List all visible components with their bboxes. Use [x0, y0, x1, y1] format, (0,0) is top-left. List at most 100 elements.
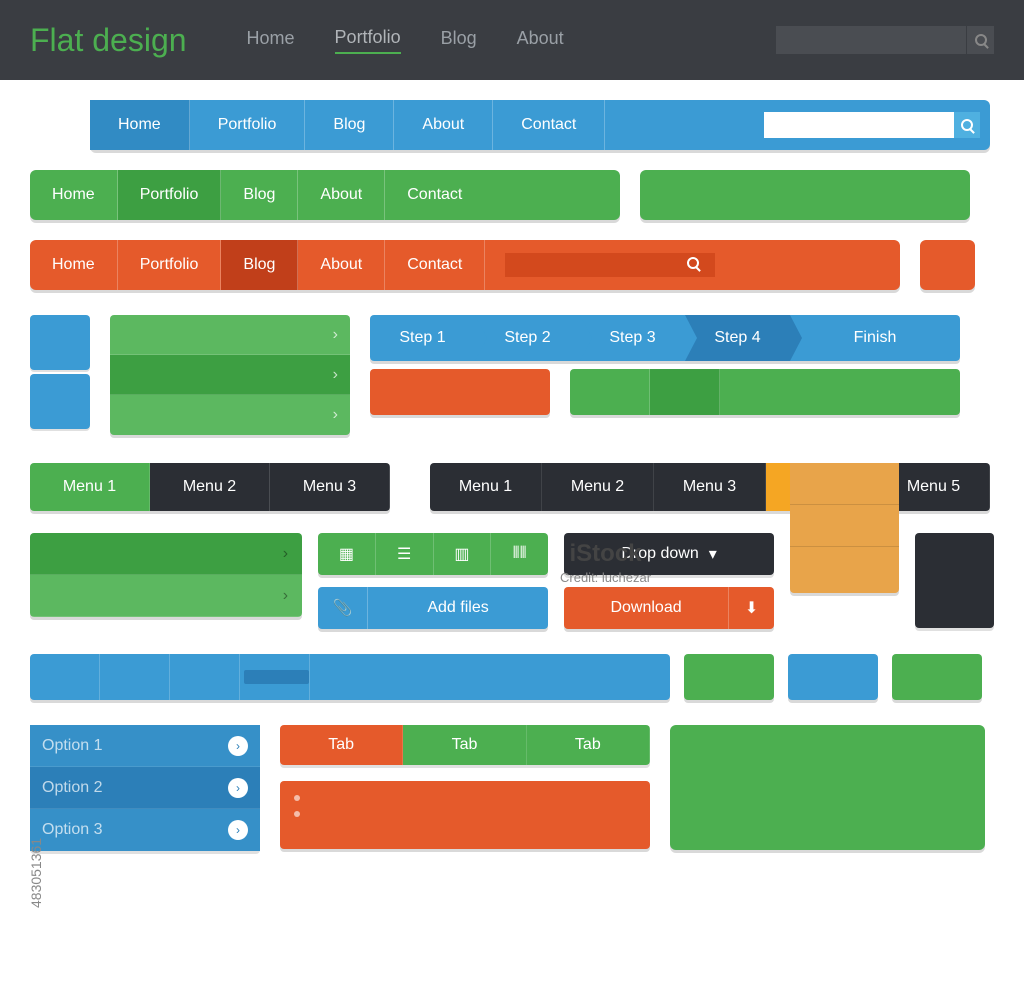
- bullet-icon: [294, 795, 300, 801]
- step-3[interactable]: Step 3: [580, 315, 685, 361]
- panel-row[interactable]: [790, 505, 899, 547]
- chevron-right-icon: ›: [228, 778, 248, 798]
- dark-tooltip: [915, 533, 994, 628]
- menu-dark: Menu 1 Menu 2 Menu 3 Menu 4 Menu 5: [430, 463, 990, 511]
- nav-item-about[interactable]: About: [298, 240, 385, 290]
- panel-row[interactable]: [790, 463, 899, 505]
- search-icon: [961, 119, 973, 131]
- barcode-icon[interactable]: ⦀⦀: [491, 533, 548, 575]
- nav-item-contact[interactable]: Contact: [385, 170, 484, 220]
- nav-item-about[interactable]: About: [298, 170, 385, 220]
- search-button[interactable]: [687, 256, 699, 274]
- step-1[interactable]: Step 1: [370, 315, 475, 361]
- menu-item-2[interactable]: Menu 2: [150, 463, 270, 511]
- option-1[interactable]: Option 1 ›: [30, 725, 260, 767]
- menu-item-1[interactable]: Menu 1: [430, 463, 542, 511]
- green-progress: [570, 369, 960, 415]
- blue-progress-bar: [30, 654, 670, 700]
- search-icon: [687, 257, 699, 269]
- tab-3[interactable]: Tab: [527, 725, 650, 765]
- header-nav: Home Portfolio Blog About: [247, 27, 564, 54]
- nav-item-contact[interactable]: Contact: [385, 240, 485, 290]
- navbar-blue-search: [764, 112, 980, 138]
- search-input[interactable]: [776, 26, 966, 54]
- nav-item-contact[interactable]: Contact: [493, 100, 605, 150]
- nav-blog[interactable]: Blog: [441, 28, 477, 53]
- nav-item-portfolio[interactable]: Portfolio: [118, 240, 222, 290]
- download-icon: ⬇: [728, 587, 774, 629]
- bullet-panel: [280, 781, 650, 849]
- options-panel: Option 1 › Option 2 › Option 3 ›: [30, 725, 260, 851]
- dropdown-row[interactable]: ›: [110, 395, 350, 435]
- search-input[interactable]: [764, 112, 954, 138]
- download-label: Download: [564, 599, 728, 617]
- search-input[interactable]: [505, 253, 715, 277]
- nav-item-about[interactable]: About: [394, 100, 493, 150]
- blue-block-top: [30, 315, 90, 370]
- green-list: › ›: [30, 533, 302, 617]
- nav-home[interactable]: Home: [247, 28, 295, 53]
- nav-item-portfolio[interactable]: Portfolio: [118, 170, 222, 220]
- list-row[interactable]: ›: [30, 533, 302, 575]
- grid-view-icon[interactable]: ▦: [318, 533, 376, 575]
- dropdown-row-active[interactable]: ›: [110, 355, 350, 395]
- nav-about[interactable]: About: [517, 28, 564, 53]
- search-icon: [975, 34, 987, 46]
- top-header: Flat design Home Portfolio Blog About: [0, 0, 1024, 80]
- navbar-orange: Home Portfolio Blog About Contact: [30, 240, 900, 290]
- option-2[interactable]: Option 2 ›: [30, 767, 260, 809]
- large-green-panel: [670, 725, 985, 850]
- nav-item-home[interactable]: Home: [30, 240, 118, 290]
- navbar-orange-search: [505, 253, 699, 277]
- green-square: [684, 654, 774, 700]
- tabs-bar: Tab Tab Tab: [280, 725, 650, 765]
- nav-item-blog[interactable]: Blog: [305, 100, 394, 150]
- list-row[interactable]: ›: [30, 575, 302, 617]
- tab-2[interactable]: Tab: [403, 725, 526, 765]
- progress-fill: [244, 670, 309, 684]
- download-button[interactable]: Download ⬇: [564, 587, 774, 629]
- menu-green: Menu 1 Menu 2 Menu 3: [30, 463, 390, 511]
- chevron-down-icon: ▾: [709, 544, 717, 564]
- watermark-id: 483051361: [28, 838, 44, 908]
- paperclip-icon: 📎: [318, 587, 368, 629]
- add-files-button[interactable]: 📎 Add files: [318, 587, 548, 629]
- list-view-icon[interactable]: ☰: [376, 533, 434, 575]
- tab-1[interactable]: Tab: [280, 725, 403, 765]
- search-button[interactable]: [954, 112, 980, 138]
- column-view-icon[interactable]: ▥: [434, 533, 492, 575]
- step-4[interactable]: Step 4: [685, 315, 790, 361]
- panel-row[interactable]: [790, 547, 899, 589]
- step-finish[interactable]: Finish: [790, 315, 960, 361]
- add-files-label: Add files: [368, 599, 548, 617]
- orange-block: [370, 369, 550, 415]
- green-panel: [640, 170, 970, 220]
- menu-item-2[interactable]: Menu 2: [542, 463, 654, 511]
- nav-item-blog[interactable]: Blog: [221, 240, 298, 290]
- nav-item-home[interactable]: Home: [30, 170, 118, 220]
- menu-item-1[interactable]: Menu 1: [30, 463, 150, 511]
- nav-item-home[interactable]: Home: [90, 100, 190, 150]
- bullet-icon: [294, 811, 300, 817]
- menu-item-3[interactable]: Menu 3: [270, 463, 390, 511]
- steps-bar: Step 1 Step 2 Step 3 Step 4 Finish: [370, 315, 960, 361]
- header-search: [776, 26, 994, 54]
- blue-square: [788, 654, 878, 700]
- navbar-blue: Home Portfolio Blog About Contact: [90, 100, 990, 150]
- logo: Flat design: [30, 22, 187, 59]
- menu-item-3[interactable]: Menu 3: [654, 463, 766, 511]
- option-label: Option 2: [42, 779, 102, 797]
- dropdown-button[interactable]: Drop down ▾: [564, 533, 774, 575]
- nav-portfolio[interactable]: Portfolio: [335, 27, 401, 54]
- orange-block: [920, 240, 975, 290]
- dropdown-row[interactable]: ›: [110, 315, 350, 355]
- view-toolbar: ▦ ☰ ▥ ⦀⦀: [318, 533, 548, 575]
- blue-block-bottom: [30, 374, 90, 429]
- chevron-right-icon: ›: [228, 820, 248, 840]
- step-2[interactable]: Step 2: [475, 315, 580, 361]
- nav-item-blog[interactable]: Blog: [221, 170, 298, 220]
- option-3[interactable]: Option 3 ›: [30, 809, 260, 851]
- search-button[interactable]: [966, 26, 994, 54]
- nav-item-portfolio[interactable]: Portfolio: [190, 100, 306, 150]
- green-square: [892, 654, 982, 700]
